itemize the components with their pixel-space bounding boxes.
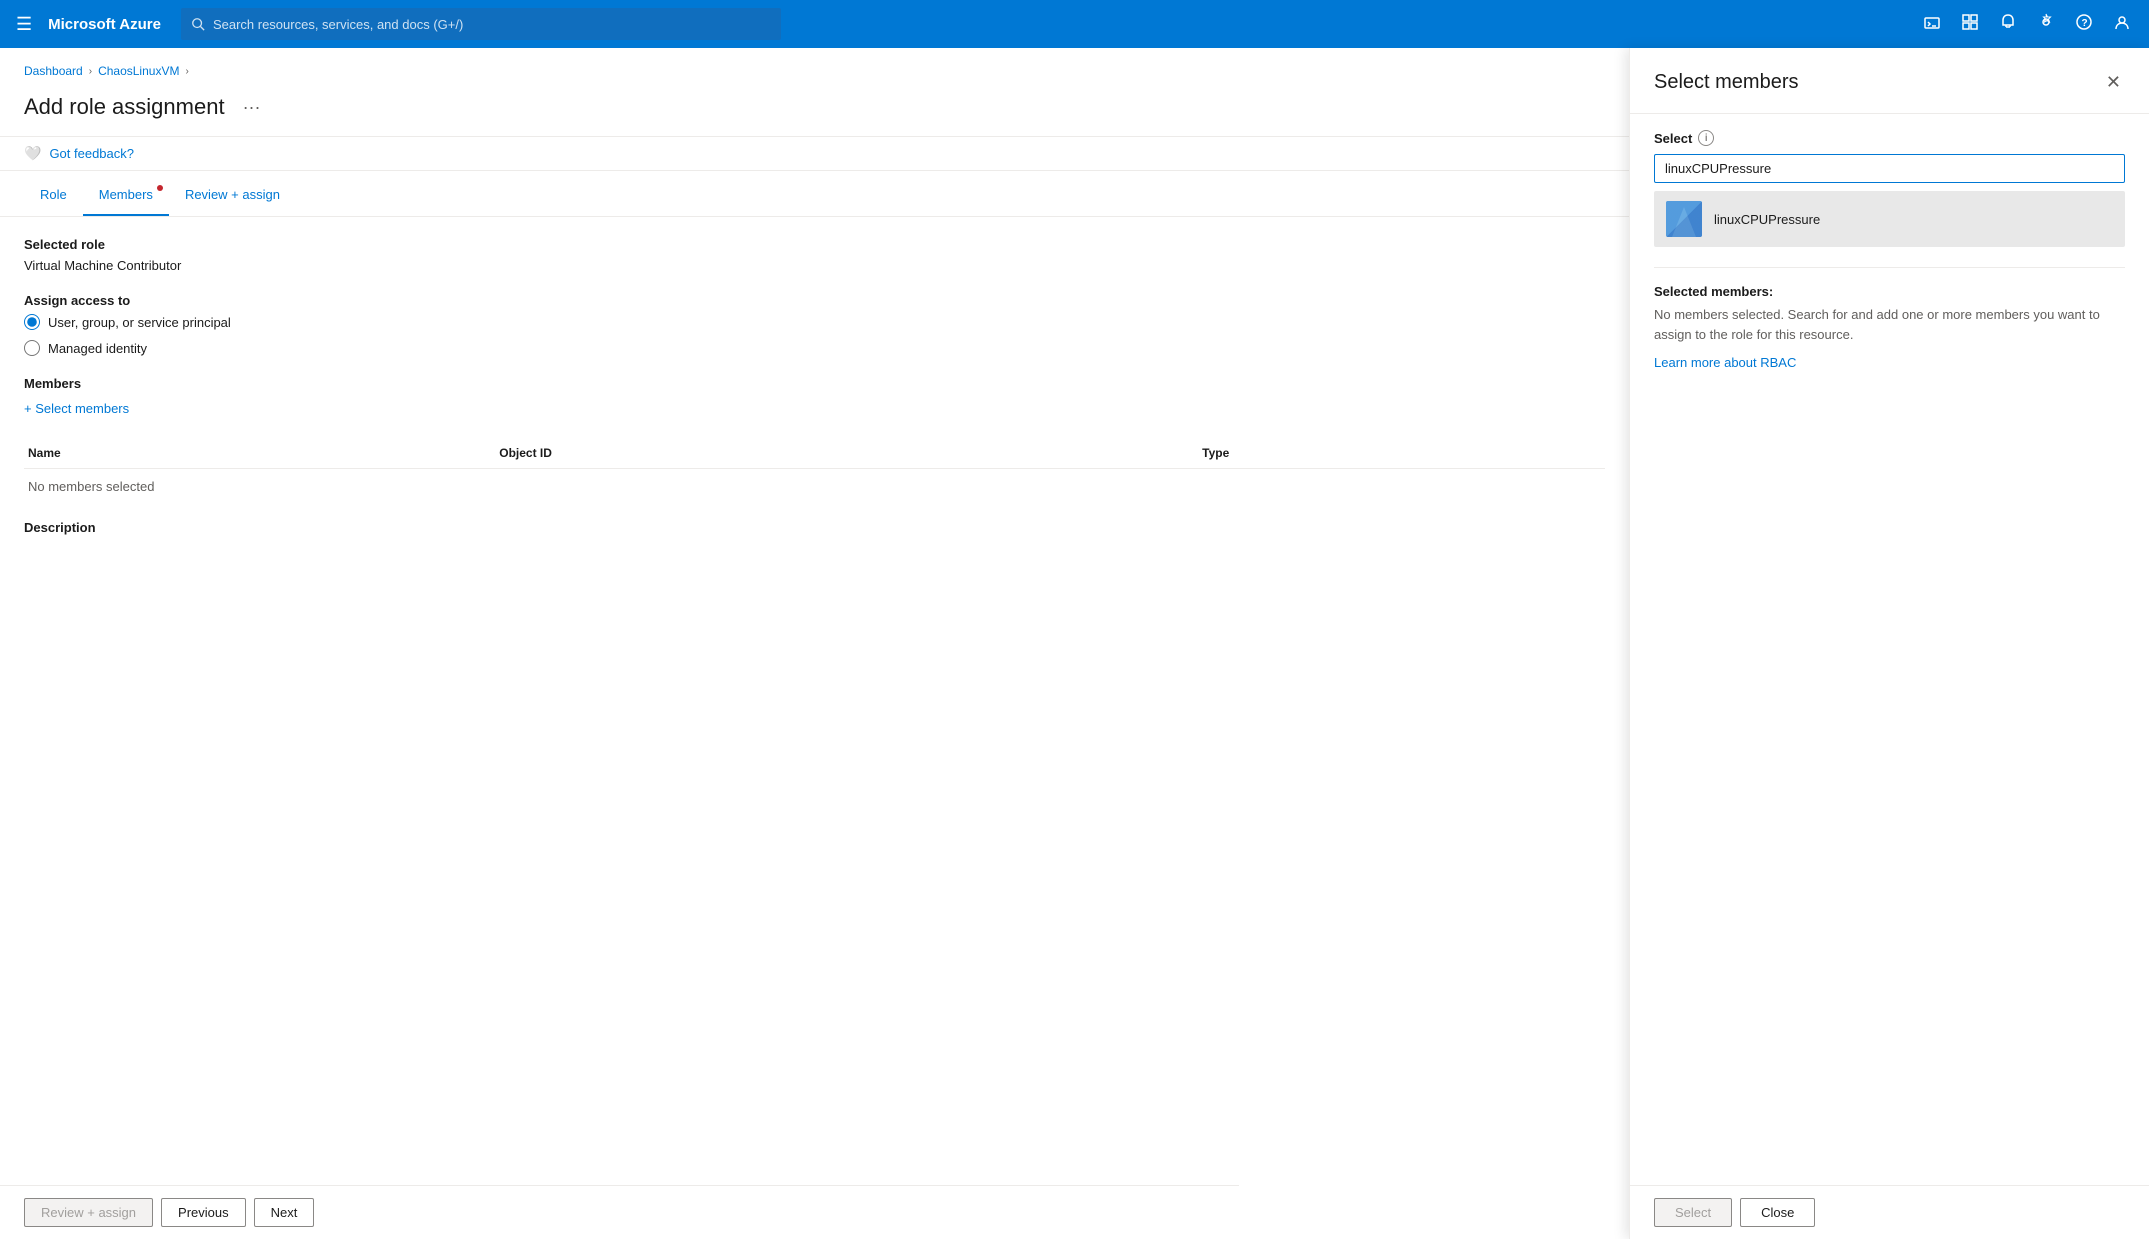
- tab-role[interactable]: Role: [24, 175, 83, 216]
- main-layout: Dashboard › ChaosLinuxVM › Add role assi…: [0, 48, 2149, 1239]
- search-input[interactable]: [213, 17, 771, 32]
- col-object-id: Object ID: [495, 438, 1198, 469]
- description-label: Description: [24, 520, 1605, 535]
- right-panel: Select members ✕ Select i linuxCPUPressu…: [1629, 48, 2149, 1239]
- description-section: Description: [24, 520, 1605, 535]
- selected-members-title: Selected members:: [1654, 284, 2125, 299]
- close-panel-button[interactable]: ✕: [2102, 68, 2125, 97]
- help-icon[interactable]: ?: [2069, 7, 2099, 42]
- result-avatar: [1666, 201, 1702, 237]
- tab-members[interactable]: Members: [83, 175, 169, 216]
- next-button[interactable]: Next: [254, 1198, 315, 1227]
- tabs: Role Members Review + assign: [0, 175, 1629, 217]
- left-panel: Dashboard › ChaosLinuxVM › Add role assi…: [0, 48, 1629, 1239]
- radio-user-group-label: User, group, or service principal: [48, 315, 231, 330]
- page-title: Add role assignment: [24, 94, 225, 120]
- table-body: No members selected: [24, 469, 1605, 505]
- account-icon[interactable]: [2107, 7, 2137, 42]
- breadcrumb-sep-1: ›: [89, 66, 92, 77]
- search-icon: [191, 17, 205, 31]
- selected-members-info: Selected members: No members selected. S…: [1654, 267, 2125, 372]
- right-panel-title: Select members: [1654, 71, 1799, 94]
- select-label: Select i: [1654, 130, 2125, 146]
- top-navigation: ☰ Microsoft Azure ?: [0, 0, 2149, 48]
- main-content: Selected role Virtual Machine Contributo…: [0, 217, 1629, 561]
- page-header: Add role assignment ···: [0, 86, 1629, 136]
- tab-review-assign[interactable]: Review + assign: [169, 175, 296, 216]
- breadcrumb-dashboard[interactable]: Dashboard: [24, 64, 83, 78]
- feedback-label: Got feedback?: [49, 146, 134, 161]
- no-members-cell: No members selected: [24, 469, 1605, 505]
- cloud-shell-icon[interactable]: [1917, 7, 1947, 42]
- settings-icon[interactable]: [2031, 7, 2061, 42]
- feedback-bar[interactable]: 🤍 Got feedback?: [0, 136, 1629, 171]
- radio-managed-identity-label: Managed identity: [48, 341, 147, 356]
- radio-user-group-input[interactable]: [24, 314, 40, 330]
- selected-members-text: No members selected. Search for and add …: [1654, 305, 2125, 344]
- breadcrumb: Dashboard › ChaosLinuxVM ›: [0, 48, 1629, 86]
- col-name: Name: [24, 438, 495, 469]
- members-dot: [157, 185, 163, 191]
- heart-icon: 🤍: [24, 145, 41, 162]
- member-search-input[interactable]: [1654, 154, 2125, 183]
- right-panel-header: Select members ✕: [1630, 48, 2149, 114]
- rbac-link[interactable]: Learn more about RBAC: [1654, 355, 1796, 370]
- assign-access-label: Assign access to: [24, 293, 1605, 308]
- radio-user-group[interactable]: User, group, or service principal: [24, 314, 1605, 330]
- members-label: Members: [24, 376, 1605, 391]
- nav-icons: ?: [1917, 7, 2137, 42]
- search-bar[interactable]: [181, 8, 781, 40]
- more-options-button[interactable]: ···: [237, 95, 267, 120]
- breadcrumb-chaoslinuxvm[interactable]: ChaosLinuxVM: [98, 64, 179, 78]
- right-panel-footer: Select Close: [1630, 1185, 2149, 1239]
- col-type: Type: [1198, 438, 1605, 469]
- portal-icon[interactable]: [1955, 7, 1985, 42]
- radio-managed-identity-input[interactable]: [24, 340, 40, 356]
- selected-role-label: Selected role: [24, 237, 1605, 252]
- search-result-item[interactable]: linuxCPUPressure: [1654, 191, 2125, 247]
- breadcrumb-sep-2: ›: [185, 66, 188, 77]
- bottom-bar: Review + assign Previous Next: [0, 1185, 1239, 1239]
- right-panel-body: Select i linuxCPUPressure Selected membe…: [1630, 114, 2149, 1185]
- previous-button[interactable]: Previous: [161, 1198, 246, 1227]
- close-button[interactable]: Close: [1740, 1198, 1815, 1227]
- hamburger-menu[interactable]: ☰: [12, 10, 36, 39]
- members-section: Members + Select members: [24, 376, 1605, 418]
- table-row: No members selected: [24, 469, 1605, 505]
- table-header: Name Object ID Type: [24, 438, 1605, 469]
- svg-text:?: ?: [2082, 18, 2088, 29]
- select-members-link[interactable]: + Select members: [24, 401, 129, 416]
- members-table: Name Object ID Type No members selected: [24, 438, 1605, 504]
- radio-managed-identity[interactable]: Managed identity: [24, 340, 1605, 356]
- result-name: linuxCPUPressure: [1714, 212, 1820, 227]
- selected-role-value: Virtual Machine Contributor: [24, 258, 1605, 273]
- assign-access-radio-group: User, group, or service principal Manage…: [24, 314, 1605, 356]
- notifications-icon[interactable]: [1993, 7, 2023, 42]
- brand-logo: Microsoft Azure: [48, 16, 161, 33]
- select-button[interactable]: Select: [1654, 1198, 1732, 1227]
- info-icon[interactable]: i: [1698, 130, 1714, 146]
- review-assign-button[interactable]: Review + assign: [24, 1198, 153, 1227]
